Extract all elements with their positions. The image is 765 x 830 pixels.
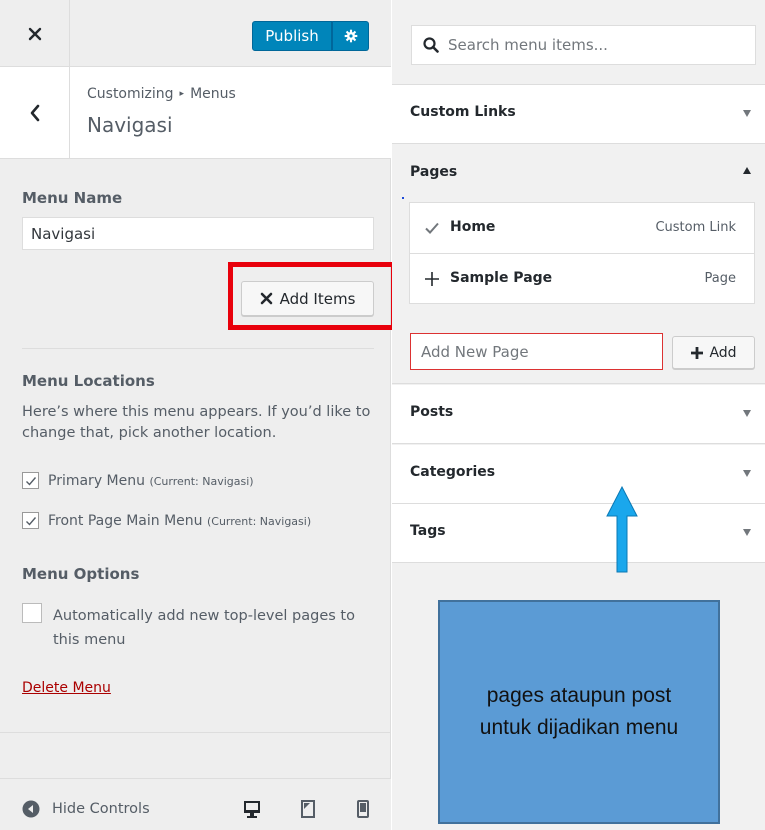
location-name: Primary Menu (48, 472, 145, 489)
close-icon (28, 27, 41, 40)
customizer-controls-panel: Publish Customizing ▸ Menus Navigasi Men… (0, 0, 396, 830)
chevron-left-icon (30, 104, 39, 122)
publish-button[interactable]: Publish (252, 21, 332, 51)
plus-icon (691, 346, 704, 359)
breadcrumb: Customizing ▸ Menus (87, 86, 236, 102)
add-page-button[interactable]: Add (672, 336, 755, 369)
search-placeholder: Search menu items... (448, 36, 608, 54)
checkmark-icon (25, 476, 36, 486)
item-type: Custom Link (655, 220, 736, 235)
menu-options-title: Menu Options (22, 565, 140, 583)
list-item-sample-page[interactable]: Sample Page Page (409, 253, 755, 304)
callout-text: pages ataupun post untuk dijadikan menu (479, 684, 679, 739)
checkmark-icon (425, 222, 439, 234)
customizer-header: Publish (0, 0, 391, 67)
mobile-icon[interactable] (357, 800, 369, 818)
breadcrumb-root: Customizing (87, 86, 174, 102)
close-icon (260, 292, 272, 305)
desktop-icon[interactable] (243, 800, 261, 818)
pages-list: Home Custom Link Sample Page Page (409, 202, 755, 304)
add-items-label: Add Items (279, 289, 356, 308)
breadcrumb-child: Menus (190, 86, 236, 102)
menu-name-input[interactable] (22, 217, 374, 250)
section-title: Categories (410, 464, 496, 480)
location-primary-menu[interactable]: Primary Menu (Current: Navigasi) (22, 472, 254, 489)
menu-locations-title: Menu Locations (22, 372, 155, 390)
divider (0, 732, 391, 733)
divider (22, 348, 374, 349)
section-title: Tags (410, 523, 446, 539)
section-categories[interactable]: Categories (392, 445, 765, 504)
section-custom-links[interactable]: Custom Links (392, 85, 765, 144)
back-button[interactable] (0, 67, 70, 159)
checkmark-icon (25, 516, 36, 526)
tablet-icon[interactable] (301, 800, 315, 818)
annotation-arrow-icon (606, 486, 638, 573)
item-title: Home (450, 219, 496, 235)
section-title: Custom Links (410, 104, 516, 120)
checkbox[interactable] (22, 512, 39, 529)
auto-add-label: Automatically add new top-level pages to… (53, 608, 355, 648)
location-front-page-main-menu[interactable]: Front Page Main Menu (Current: Navigasi) (22, 512, 311, 529)
location-current: (Current: Navigasi) (149, 474, 254, 488)
hide-controls-button[interactable]: Hide Controls (22, 800, 150, 818)
chevron-up-icon[interactable] (743, 167, 751, 174)
auto-add-checkbox[interactable] (22, 603, 42, 623)
section-tags[interactable]: Tags (392, 504, 765, 563)
search-menu-items-input[interactable]: Search menu items... (411, 25, 756, 65)
section-posts[interactable]: Posts (392, 385, 765, 444)
publish-group: Publish (252, 21, 369, 51)
menu-locations-description: Here’s where this menu appears. If you’d… (22, 404, 371, 441)
item-type: Page (704, 271, 736, 286)
arrow-left-circle-icon (22, 800, 40, 818)
hide-controls-label: Hide Controls (52, 801, 150, 817)
add-new-page-placeholder: Add New Page (421, 342, 529, 361)
location-label: Front Page Main Menu (Current: Navigasi) (48, 513, 311, 529)
cursor-dot (402, 197, 404, 199)
add-new-page-input[interactable]: Add New Page (410, 333, 663, 370)
breadcrumb-separator: ▸ (179, 89, 185, 99)
search-icon (423, 37, 439, 53)
list-item-home[interactable]: Home Custom Link (409, 202, 755, 253)
publish-settings-button[interactable] (332, 21, 369, 51)
section-title: Navigasi (87, 113, 173, 137)
add-label: Add (709, 344, 737, 361)
location-label: Primary Menu (Current: Navigasi) (48, 473, 254, 489)
location-name: Front Page Main Menu (48, 512, 203, 529)
chevron-down-icon (743, 529, 751, 536)
section-title[interactable]: Pages (410, 164, 457, 180)
menu-name-label: Menu Name (22, 189, 123, 207)
chevron-down-icon (743, 110, 751, 117)
chevron-down-icon (743, 410, 751, 417)
section-pages: Pages Home Custom Link Sample Page Page … (392, 144, 765, 384)
delete-menu-link[interactable]: Delete Menu (22, 680, 111, 696)
checkbox[interactable] (22, 472, 39, 489)
customizer-footer: Hide Controls (0, 778, 391, 830)
location-current: (Current: Navigasi) (206, 514, 312, 528)
available-menu-items-panel: Search menu items... Custom Links Pages … (392, 0, 765, 830)
annotation-callout: pages ataupun post untuk dijadikan menu (438, 600, 720, 824)
gear-icon (344, 29, 357, 43)
plus-icon (425, 272, 439, 286)
section-title: Posts (410, 404, 454, 420)
add-items-button[interactable]: Add Items (241, 281, 374, 316)
section-header: Customizing ▸ Menus Navigasi (0, 67, 391, 159)
chevron-down-icon (743, 470, 751, 477)
close-customizer-button[interactable] (0, 0, 70, 67)
item-title: Sample Page (450, 270, 553, 286)
